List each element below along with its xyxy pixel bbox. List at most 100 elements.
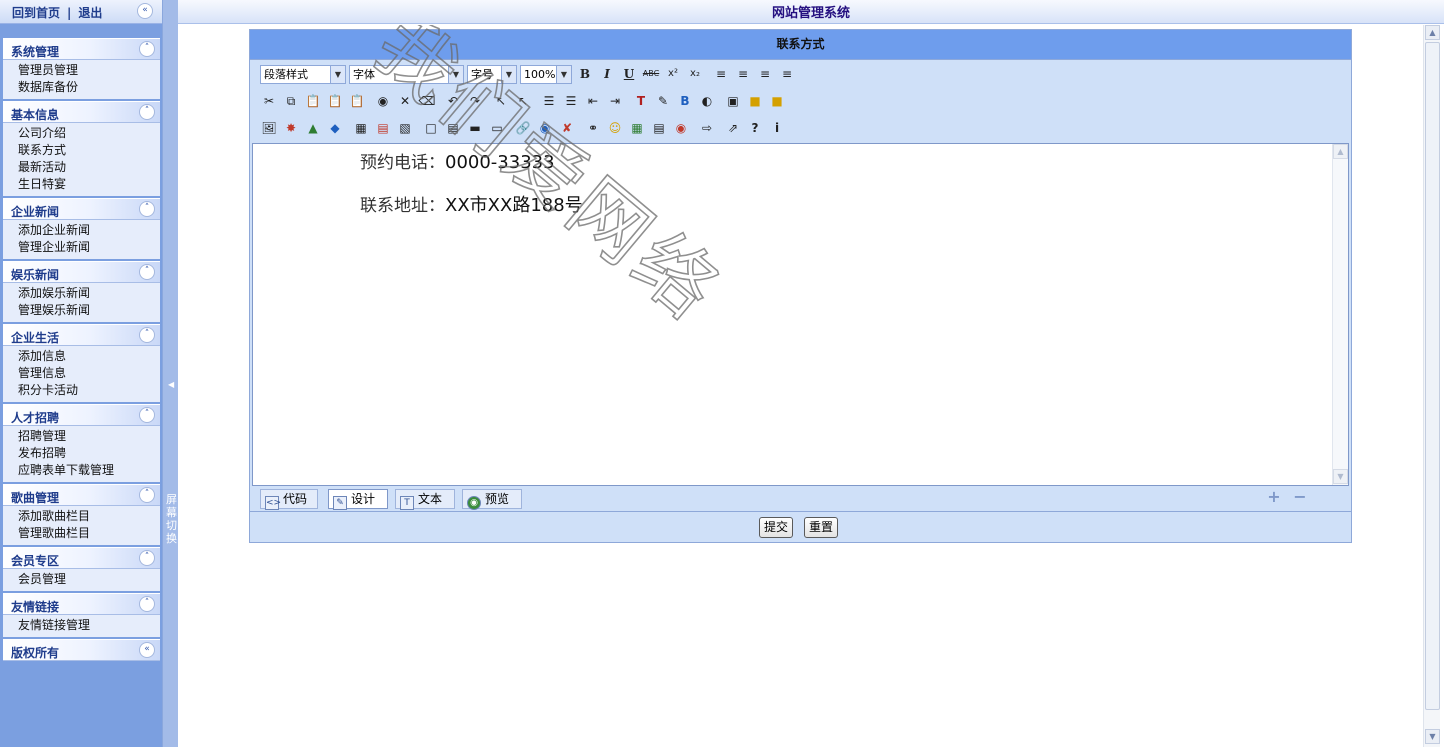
insert-web-icon[interactable]: ◉ xyxy=(536,119,554,138)
background-color-icon[interactable]: B xyxy=(676,92,694,111)
cut-icon[interactable]: ✂ xyxy=(260,92,278,111)
menu-group-header[interactable]: 娱乐新闻 ˄ xyxy=(3,261,160,283)
insert-column-icon[interactable]: ▧ xyxy=(396,119,414,138)
chevron-up-icon[interactable]: ˄ xyxy=(139,104,155,120)
logout-link[interactable]: 退出 xyxy=(78,6,102,20)
editor-content-area[interactable]: 预约电话：0000-33333 联系地址：XX市XX路188号 ▲ ▼ xyxy=(252,143,1349,486)
sidebar-menu-item[interactable]: 管理信息 xyxy=(3,365,160,382)
sidebar-menu-item[interactable]: 添加娱乐新闻 xyxy=(3,285,160,302)
editor-scroll-down-icon[interactable]: ▼ xyxy=(1333,469,1348,484)
strikethrough-button[interactable]: ABC xyxy=(642,65,660,84)
menu-group-header[interactable]: 版权所有 « xyxy=(3,639,160,661)
insert-image-icon[interactable]: 🖼 xyxy=(260,119,278,138)
reset-button[interactable]: 重置 xyxy=(804,517,839,538)
undo-icon[interactable]: ↶ xyxy=(444,92,462,111)
copy-icon[interactable]: ⧉ xyxy=(282,92,300,111)
menu-group-header[interactable]: 系统管理 ˄ xyxy=(3,38,160,60)
insert-flash-icon[interactable]: ✸ xyxy=(282,119,300,138)
sidebar-menu-item[interactable]: 添加企业新闻 xyxy=(3,222,160,239)
highlight-icon[interactable]: ✎ xyxy=(654,92,672,111)
sidebar-menu-item[interactable]: 添加信息 xyxy=(3,348,160,365)
sidebar-menu-item[interactable]: 联系方式 xyxy=(3,142,160,159)
remove-link-icon[interactable]: ✘ xyxy=(558,119,576,138)
insert-anchor-icon[interactable]: ⚭ xyxy=(584,119,602,138)
sidebar-menu-item[interactable]: 友情链接管理 xyxy=(3,617,160,634)
paragraph-style-select[interactable]: 段落样式 ▼ xyxy=(260,65,346,84)
collapse-arrow-icon[interactable]: ◀ xyxy=(168,380,174,389)
chevron-up-icon[interactable]: ˄ xyxy=(139,41,155,57)
menu-group-header[interactable]: 友情链接 ˄ xyxy=(3,593,160,615)
menu-group-header[interactable]: 人才招聘 ˄ xyxy=(3,404,160,426)
italic-button[interactable]: I xyxy=(598,65,616,84)
redo-icon[interactable]: ↷ xyxy=(466,92,484,111)
sidebar-menu-item[interactable]: 积分卡活动 xyxy=(3,382,160,399)
insert-emoticon-icon[interactable]: ☺ xyxy=(606,119,624,138)
sidebar-menu-item[interactable]: 管理员管理 xyxy=(3,62,160,79)
bold-button[interactable]: B xyxy=(576,65,594,84)
sidebar-menu-item[interactable]: 发布招聘 xyxy=(3,445,160,462)
deselect-icon[interactable]: ↖ xyxy=(514,92,532,111)
outdent-icon[interactable]: ⇤ xyxy=(584,92,602,111)
menu-group-header[interactable]: 歌曲管理 ˄ xyxy=(3,484,160,506)
unordered-list-icon[interactable]: ☰ xyxy=(562,92,580,111)
insert-special-char-icon[interactable]: ◉ xyxy=(672,119,690,138)
insert-hr-icon[interactable]: ▬ xyxy=(466,119,484,138)
superscript-button[interactable]: x² xyxy=(664,65,682,84)
scroll-down-icon[interactable]: ▼ xyxy=(1425,729,1440,744)
sidebar-menu-item[interactable]: 应聘表单下载管理 xyxy=(3,462,160,479)
shrink-editor-icon[interactable]: − xyxy=(1292,489,1308,506)
align-center-icon[interactable]: ≡ xyxy=(734,65,752,84)
ordered-list-icon[interactable]: ☰ xyxy=(540,92,558,111)
editor-scroll-up-icon[interactable]: ▲ xyxy=(1333,144,1348,159)
scroll-thumb[interactable] xyxy=(1425,42,1440,710)
collapse-sidebar-icon[interactable]: « xyxy=(137,3,153,19)
tab-text[interactable]: T 文本 xyxy=(395,489,455,510)
home-link[interactable]: 回到首页 xyxy=(12,6,60,20)
insert-row-icon[interactable]: ▤ xyxy=(374,119,392,138)
find-icon[interactable]: ◉ xyxy=(374,92,392,111)
contrast-icon[interactable]: ◐ xyxy=(698,92,716,111)
zoom-select[interactable]: 100% ▼ xyxy=(520,65,572,84)
menu-group-header[interactable]: 企业新闻 ˄ xyxy=(3,198,160,220)
insert-table-icon[interactable]: ▦ xyxy=(352,119,370,138)
menu-group-header[interactable]: 会员专区 ˄ xyxy=(3,547,160,569)
chevron-up-icon[interactable]: ˄ xyxy=(139,407,155,423)
sidebar-menu-item[interactable]: 管理歌曲栏目 xyxy=(3,525,160,542)
sidebar-menu-item[interactable]: 管理娱乐新闻 xyxy=(3,302,160,319)
chevron-up-icon[interactable]: ˄ xyxy=(139,596,155,612)
menu-group-header[interactable]: 基本信息 ˄ xyxy=(3,101,160,123)
import-word-icon[interactable]: ⇨ xyxy=(698,119,716,138)
expand-editor-icon[interactable]: + xyxy=(1266,489,1282,506)
align-right-icon[interactable]: ≡ xyxy=(756,65,774,84)
insert-date-icon[interactable]: ▤ xyxy=(650,119,668,138)
font-size-select[interactable]: 字号 ▼ xyxy=(467,65,517,84)
chevron-up-icon[interactable]: ˄ xyxy=(139,264,155,280)
paste-word-icon[interactable]: 📋 xyxy=(348,92,366,111)
chevron-up-icon[interactable]: ˄ xyxy=(139,201,155,217)
text-color-icon[interactable]: T xyxy=(632,92,650,111)
select-all-icon[interactable]: ↖ xyxy=(492,92,510,111)
bring-forward-icon[interactable]: ■ xyxy=(746,92,764,111)
send-backward-icon[interactable]: ■ xyxy=(768,92,786,111)
insert-media-icon[interactable]: ▲ xyxy=(304,119,322,138)
insert-excel-icon[interactable]: ▦ xyxy=(628,119,646,138)
align-left-icon[interactable]: ≡ xyxy=(712,65,730,84)
insert-layer-icon[interactable]: □ xyxy=(422,119,440,138)
indent-icon[interactable]: ⇥ xyxy=(606,92,624,111)
menu-group-header[interactable]: 企业生活 ˄ xyxy=(3,324,160,346)
tab-design[interactable]: ✎ 设计 xyxy=(328,489,388,510)
tab-code[interactable]: <> 代码 xyxy=(260,489,318,510)
submit-button[interactable]: 提交 xyxy=(759,517,794,538)
tab-preview[interactable]: ◉ 预览 xyxy=(462,489,522,510)
insert-field-icon[interactable]: ▭ xyxy=(488,119,506,138)
insert-page-icon[interactable]: ▤ xyxy=(444,119,462,138)
sidebar-menu-item[interactable]: 招聘管理 xyxy=(3,428,160,445)
paste-icon[interactable]: 📋 xyxy=(304,92,322,111)
sidebar-menu-item[interactable]: 数据库备份 xyxy=(3,79,160,96)
paste-text-icon[interactable]: 📋 xyxy=(326,92,344,111)
sidebar-menu-item[interactable]: 最新活动 xyxy=(3,159,160,176)
delete-icon[interactable]: ✕ xyxy=(396,92,414,111)
about-icon[interactable]: i xyxy=(768,119,786,138)
insert-file-icon[interactable]: ◆ xyxy=(326,119,344,138)
chevron-up-icon[interactable]: ˄ xyxy=(139,487,155,503)
